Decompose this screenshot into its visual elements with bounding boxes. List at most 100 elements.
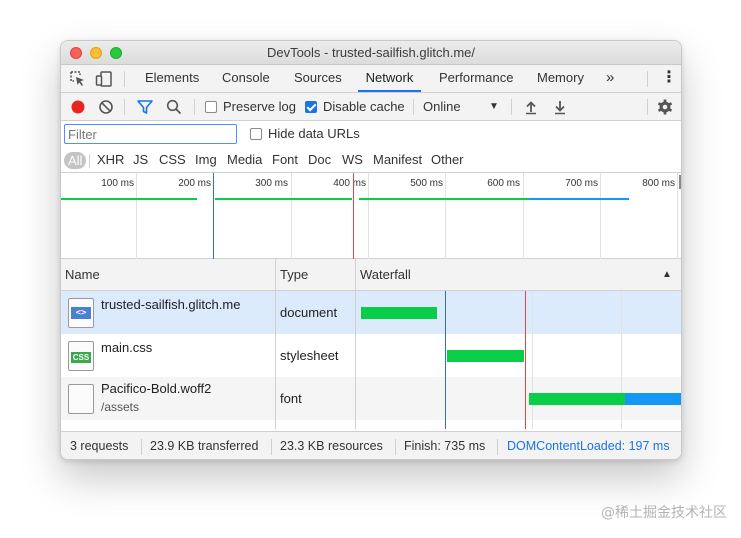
preserve-log-checkbox[interactable] <box>205 101 217 113</box>
tab-elements[interactable]: Elements <box>145 65 199 92</box>
waterfall-bar-font-download[interactable] <box>625 393 681 405</box>
watermark-text: @稀土掘金技术社区 <box>601 505 727 521</box>
tab-divider <box>647 71 648 87</box>
overview-tick-label: 500 ms <box>410 178 443 189</box>
column-separator[interactable] <box>355 259 356 291</box>
overview-gridline <box>136 173 137 259</box>
type-filter-all[interactable]: All <box>64 152 87 169</box>
waterfall-domcontentloaded-line <box>445 291 446 429</box>
waterfall-bar-font-waiting[interactable] <box>529 393 625 405</box>
throttling-dropdown-caret-icon[interactable]: ▼ <box>489 101 499 112</box>
request-name: Pacifico-Bold.woff2 <box>101 381 212 396</box>
type-filter-xhr[interactable]: XHR <box>97 152 124 167</box>
overview-gridline <box>677 173 678 259</box>
type-filter-img[interactable]: Img <box>195 152 217 167</box>
type-filter-js[interactable]: JS <box>133 152 148 167</box>
clear-icon[interactable] <box>97 98 115 116</box>
overview-bar-document <box>61 198 197 200</box>
type-filter-other[interactable]: Other <box>431 152 464 167</box>
sort-ascending-icon[interactable]: ▲ <box>662 269 672 280</box>
customize-menu-icon[interactable]: ⋮ <box>661 65 677 92</box>
type-filter-manifest[interactable]: Manifest <box>373 152 422 167</box>
overview-tick-label: 300 ms <box>255 178 288 189</box>
waterfall-gridline <box>532 291 533 429</box>
device-toolbar-icon[interactable] <box>95 70 113 88</box>
waterfall-bar-document[interactable] <box>361 307 437 319</box>
column-header-name[interactable]: Name <box>65 267 100 282</box>
summary-transferred: 23.9 KB transferred <box>150 439 259 453</box>
column-header-waterfall[interactable]: Waterfall <box>360 267 411 282</box>
toolbar-divider <box>413 99 414 115</box>
network-toolbar: Preserve log Disable cache Online ▼ <box>61 93 681 121</box>
overview-bar-stylesheet <box>215 198 352 200</box>
title-bar: DevTools - trusted-sailfish.glitch.me/ <box>61 41 681 65</box>
summary-divider <box>395 439 396 455</box>
column-separator <box>355 291 356 429</box>
overview-bar-font-download <box>529 198 629 200</box>
type-filter-doc[interactable]: Doc <box>308 152 331 167</box>
overview-gridline <box>523 173 524 259</box>
overview-bar-font-wait <box>359 198 529 200</box>
type-filter-media[interactable]: Media <box>227 152 262 167</box>
waterfall-gridline <box>621 291 622 429</box>
overview-tick-label: 200 ms <box>178 178 211 189</box>
request-name: main.css <box>101 340 153 355</box>
summary-finish-time: Finish: 735 ms <box>404 439 486 453</box>
column-separator <box>275 291 276 429</box>
network-settings-gear-icon[interactable] <box>656 98 674 116</box>
filter-icon[interactable] <box>136 98 154 116</box>
css-file-icon-glyph: CSS <box>71 352 91 363</box>
overview-gridline <box>291 173 292 259</box>
search-icon[interactable] <box>165 98 183 116</box>
summary-divider <box>497 439 498 455</box>
import-har-icon[interactable] <box>522 98 540 116</box>
tab-console[interactable]: Console <box>222 65 270 92</box>
inspect-element-icon[interactable] <box>69 70 87 88</box>
hide-data-urls-checkbox[interactable] <box>250 128 262 140</box>
waterfall-load-line <box>525 291 526 429</box>
overview-range-handle[interactable] <box>679 175 681 189</box>
tab-performance[interactable]: Performance <box>439 65 513 92</box>
tab-divider <box>124 71 125 87</box>
request-name: trusted-sailfish.glitch.me <box>101 297 241 312</box>
type-filter-ws[interactable]: WS <box>342 152 363 167</box>
record-icon[interactable] <box>69 98 87 116</box>
summary-resources: 23.3 KB resources <box>280 439 383 453</box>
font-file-icon <box>68 384 94 414</box>
requests-table-header: Name Type Waterfall ▲ <box>61 259 681 291</box>
overview-load-marker <box>353 173 354 259</box>
column-separator[interactable] <box>275 259 276 291</box>
table-row[interactable]: CSS main.css stylesheet <box>61 334 681 377</box>
resource-type-filter-bar: All XHR JS CSS Img Media Font Doc WS Man… <box>61 149 681 173</box>
css-file-icon: CSS <box>68 341 94 371</box>
devtools-window: DevTools - trusted-sailfish.glitch.me/ E… <box>60 40 682 460</box>
waterfall-bar-stylesheet[interactable] <box>447 350 524 362</box>
type-filter-css[interactable]: CSS <box>159 152 186 167</box>
overview-tick-label: 400 ms <box>333 178 366 189</box>
summary-requests: 3 requests <box>70 439 129 453</box>
request-type: font <box>280 391 302 406</box>
overview-tick-label: 800 ms <box>642 178 675 189</box>
export-har-icon[interactable] <box>551 98 569 116</box>
type-filter-font[interactable]: Font <box>272 152 298 167</box>
network-summary-bar: 3 requests 23.9 KB transferred 23.3 KB r… <box>61 431 681 459</box>
network-overview-timeline[interactable]: 100 ms 200 ms 300 ms 400 ms 500 ms 600 m… <box>61 173 681 259</box>
disable-cache-checkbox[interactable] <box>305 101 317 113</box>
column-header-type[interactable]: Type <box>280 267 308 282</box>
tab-sources[interactable]: Sources <box>294 65 342 92</box>
summary-divider <box>271 439 272 455</box>
overview-tick-label: 700 ms <box>565 178 598 189</box>
tab-network[interactable]: Network <box>358 65 421 92</box>
throttling-select[interactable]: Online <box>423 99 461 114</box>
summary-domcontentloaded: DOMContentLoaded: 197 ms <box>507 439 670 453</box>
tab-memory[interactable]: Memory <box>537 65 584 92</box>
html-file-icon-glyph: <> <box>71 307 91 319</box>
filter-input[interactable] <box>64 124 237 144</box>
panel-tab-bar: Elements Console Sources Network Perform… <box>61 65 681 93</box>
toolbar-divider <box>511 99 512 115</box>
overview-gridline <box>600 173 601 259</box>
request-type: document <box>280 305 338 320</box>
summary-divider <box>141 439 142 455</box>
more-tabs-button[interactable]: » <box>606 65 614 92</box>
request-path: /assets <box>101 400 140 414</box>
